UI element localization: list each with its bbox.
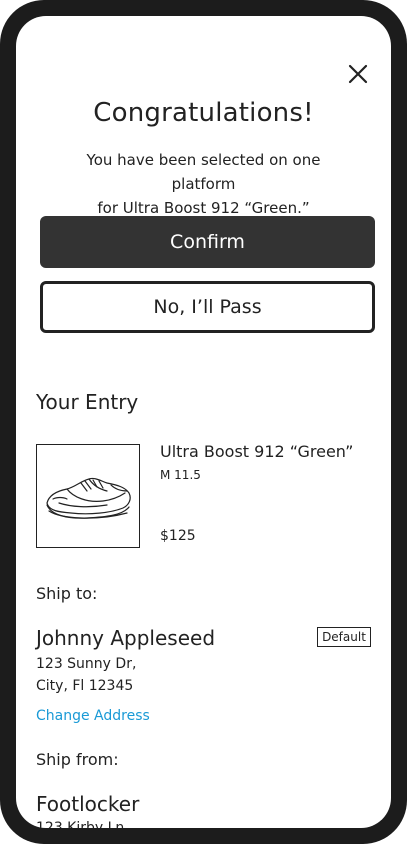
subtitle-line-1: You have been selected on one platform: [86, 151, 321, 193]
modal-title: Congratulations!: [93, 98, 314, 128]
product-name: Ultra Boost 912 “Green”: [160, 442, 354, 461]
product-image: [36, 444, 140, 548]
product-price: $125: [160, 528, 196, 544]
close-icon[interactable]: [346, 62, 370, 86]
default-badge: Default: [317, 627, 371, 647]
store-address-line-1: 123 Kirby Ln: [36, 820, 125, 828]
your-entry-heading: Your Entry: [36, 390, 139, 414]
modal-subtitle: You have been selected on one platform f…: [56, 148, 351, 220]
ship-to-label: Ship to:: [36, 584, 98, 603]
change-address-link[interactable]: Change Address: [36, 708, 150, 724]
ship-from-label: Ship from:: [36, 750, 119, 769]
store-name: Footlocker: [36, 792, 140, 816]
ship-to-address-line-2: City, Fl 12345: [36, 678, 134, 694]
confirm-button[interactable]: Confirm: [40, 216, 375, 268]
product-size: M 11.5: [160, 468, 201, 482]
confirm-button-label: Confirm: [170, 231, 245, 253]
modal-screen: Congratulations! You have been selected …: [16, 16, 391, 828]
pass-button[interactable]: No, I’ll Pass: [40, 281, 375, 333]
sneaker-icon: [46, 477, 131, 519]
ship-to-address-line-1: 123 Sunny Dr,: [36, 656, 137, 672]
pass-button-label: No, I’ll Pass: [153, 296, 262, 318]
device-frame: Congratulations! You have been selected …: [0, 0, 407, 844]
recipient-name: Johnny Appleseed: [36, 626, 216, 650]
